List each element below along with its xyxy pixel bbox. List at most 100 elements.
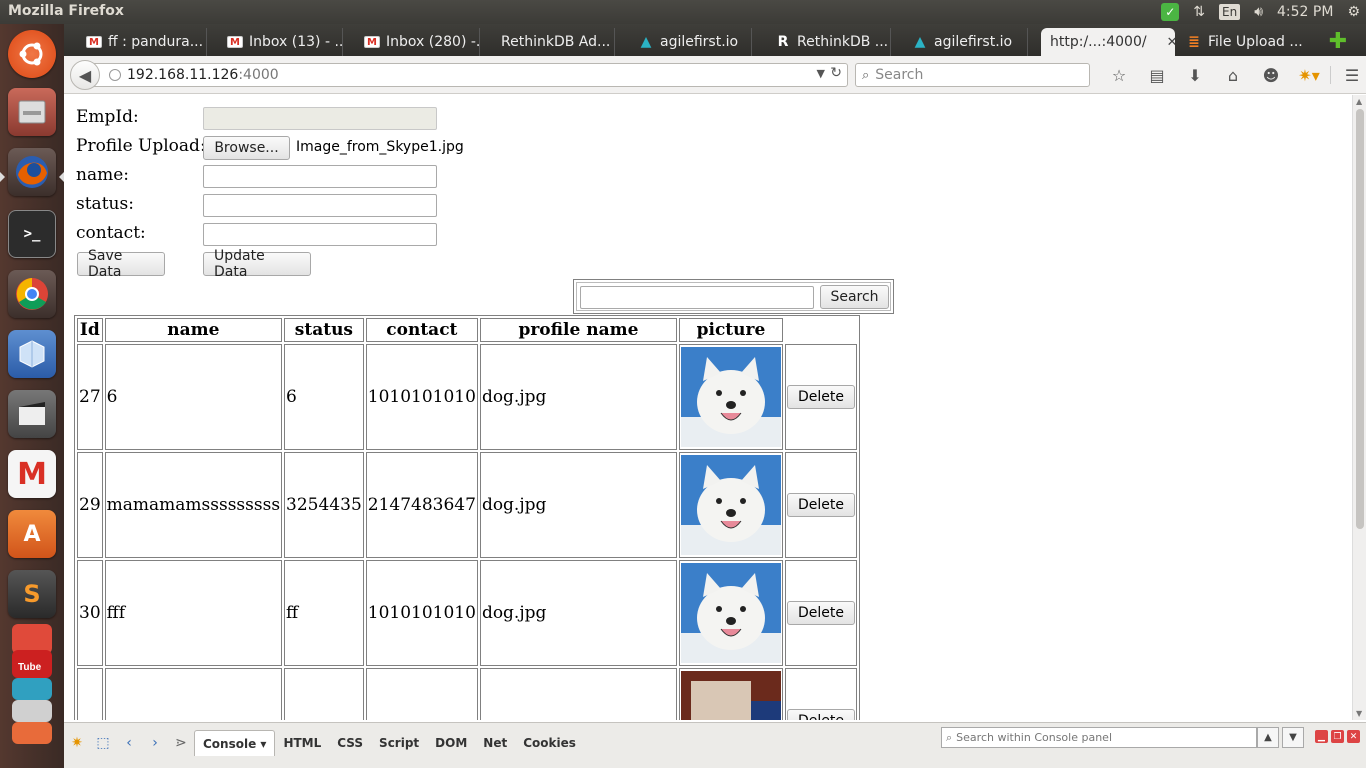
update-shield-icon[interactable]: ✓ [1161,0,1180,24]
cell-name: 6 [104,344,283,450]
dog-photo [680,347,781,447]
delete-button[interactable]: Delete [786,493,855,517]
command-line-icon[interactable]: ⋗ [168,735,194,751]
firebug-detach-icon[interactable]: ❐ [1331,730,1344,743]
web-search-input[interactable]: ⌕ Search [855,63,1090,87]
table-header-row: Id name status contact profile name pict… [77,318,857,342]
back-arrow-icon[interactable]: ◀ [70,60,100,90]
files-icon[interactable] [8,88,56,136]
tab-file-upload[interactable]: ≣ File Upload ... [1180,28,1320,56]
search-next-chevron-icon[interactable]: ▼ [1282,727,1304,748]
hamburger-menu-icon[interactable]: ☰ [1333,66,1366,85]
contact-label: contact: [76,223,146,243]
software-center-icon[interactable]: A [8,510,56,558]
empid-input [203,107,437,130]
cell-status: 3254435 [284,452,364,558]
delete-button[interactable]: Delete [786,601,855,625]
firebug-minimize-icon[interactable]: ▁ [1315,730,1328,743]
cell-name: mamamamsssssssss [104,452,283,558]
tab-rethinkdb[interactable]: R RethinkDB ... [753,28,891,56]
firebug-menu-icon[interactable]: ✷ [64,735,90,751]
bookmark-star-icon[interactable]: ☆ [1100,66,1138,85]
scroll-down-arrow-icon[interactable]: ▼ [1356,709,1362,718]
status-label: status: [76,194,134,214]
tab-agilefirst-2[interactable]: ▲ agilefirst.io [890,28,1028,56]
table-row: 29 mamamamsssssssss 3254435 2147483647 d… [77,452,857,558]
cell-status: ff [284,560,364,666]
chrome-icon[interactable] [8,270,56,318]
tab-gmail-inbox-13[interactable]: M Inbox (13) - ... [205,28,343,56]
delete-button[interactable]: Delete [786,709,855,720]
terminal-icon[interactable]: >_ [8,210,56,258]
url-history-dropdown-icon[interactable]: ▼ [817,67,825,80]
name-input[interactable] [203,165,437,188]
keyboard-language-indicator[interactable]: En [1219,0,1241,24]
scroll-up-arrow-icon[interactable]: ▲ [1356,97,1362,106]
home-icon[interactable]: ⌂ [1214,66,1252,85]
previous-arrow-icon[interactable]: ‹ [116,735,142,751]
cell-picture [678,344,783,450]
page-vertical-scrollbar[interactable]: ▲ ▼ [1352,95,1366,720]
table-search-input[interactable] [580,286,814,309]
network-icon[interactable]: ⇅ [1193,0,1205,24]
search-prev-chevron-icon[interactable]: ▲ [1257,727,1279,748]
reload-icon[interactable]: ↻ [830,65,842,81]
scrollbar-thumb[interactable] [1356,109,1364,529]
page-content: EmpId: Profile Upload: Browse... Image_f… [64,95,1352,720]
console-search-input[interactable]: ⌕ Search within Console panel [941,727,1257,748]
gmail-icon: M [364,36,380,48]
tab-active-localhost[interactable]: http:/...:4000/✕ [1041,28,1175,56]
sublime-text-icon[interactable]: S [8,570,56,618]
firebug-tab-net[interactable]: Net [475,730,515,756]
clock[interactable]: 4:52 PM [1277,0,1333,24]
cell-profile-name: dog.jpg [479,344,677,450]
firebug-tab-dom[interactable]: DOM [427,730,475,756]
stacked-apps-icon[interactable]: Tube [8,624,56,744]
ubuntu-dash-icon[interactable] [8,30,56,78]
inspect-element-icon[interactable]: ⬚ [90,735,116,751]
tab-gmail-ff-pandura[interactable]: Mff : pandura... [64,28,207,56]
new-tab-plus-icon[interactable]: ✚ [1326,29,1350,54]
column-header-profile-name: profile name [479,318,677,342]
firebug-tab-console[interactable]: Console ▾ [194,730,276,756]
delete-button[interactable]: Delete [786,385,855,409]
tab-agilefirst-1[interactable]: ▲ agilefirst.io [616,28,752,56]
volume-icon[interactable]: 🔊︎ [1254,0,1263,24]
empid-label: EmpId: [76,107,139,127]
search-button[interactable]: Search [820,285,889,309]
downloads-arrow-icon[interactable]: ⬇ [1176,66,1214,85]
next-arrow-icon[interactable]: › [142,735,168,751]
firebug-tab-script[interactable]: Script [371,730,427,756]
firebug-close-icon[interactable]: ✕ [1347,730,1360,743]
url-bar[interactable]: 192.168.11.126:4000 ▼ ↻ [94,63,848,87]
firefox-icon[interactable] [8,148,56,196]
firebug-icon[interactable]: ✷▾ [1290,66,1328,85]
cell-profile-name: dog.jpg [479,560,677,666]
stackoverflow-icon: ≣ [1188,34,1200,50]
contact-input[interactable] [203,223,437,246]
gmail-icon[interactable]: M [8,450,56,498]
site-identity-icon[interactable] [109,69,121,81]
settings-gear-icon[interactable]: ⚙ [1347,0,1360,24]
video-editor-icon[interactable] [8,390,56,438]
gmail-icon: M [227,36,243,48]
cell-status [284,668,364,720]
search-icon: ⌕ [862,67,870,83]
save-data-button[interactable]: Save Data [77,248,165,280]
column-header-name: name [104,318,283,342]
firebug-tab-css[interactable]: CSS [329,730,371,756]
browse-button[interactable]: Browse... [203,136,290,160]
update-data-button[interactable]: Update Data [203,248,311,280]
virtualbox-icon[interactable] [8,330,56,378]
search-icon: ⌕ [946,730,953,744]
agilefirst-icon: ▲ [640,34,652,50]
firebug-tab-html[interactable]: HTML [275,730,329,756]
tab-gmail-inbox-280[interactable]: M Inbox (280) -... [342,28,480,56]
chat-bubble-icon[interactable]: ☻ [1252,66,1290,85]
cell-id: 29 [77,452,103,558]
status-input[interactable] [203,194,437,217]
close-tab-icon[interactable]: ✕ [1167,35,1175,50]
firebug-tab-cookies[interactable]: Cookies [515,730,584,756]
tab-rethinkdb-admin[interactable]: RethinkDB Ad... [479,28,615,56]
reading-list-icon[interactable]: ▤ [1138,66,1176,85]
